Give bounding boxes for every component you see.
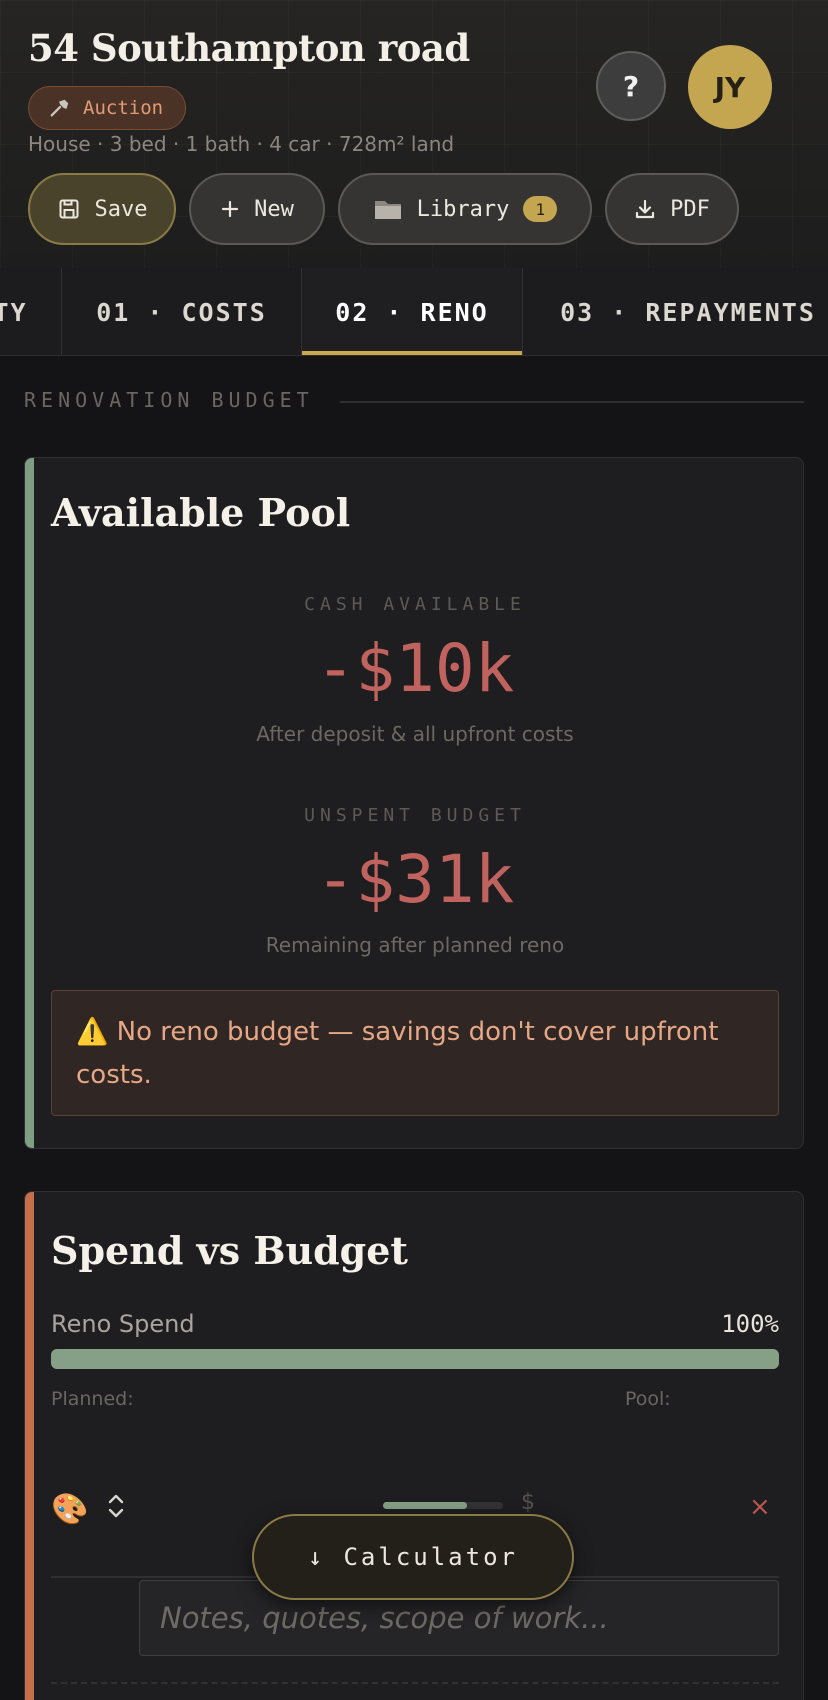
item-progress <box>383 1502 503 1509</box>
new-button[interactable]: New <box>189 173 325 245</box>
reno-spend-progress-fill <box>51 1349 779 1369</box>
card-accent <box>25 1192 34 1700</box>
unspent-budget-value: -$31k <box>315 841 515 918</box>
available-pool-card: Available Pool CASH AVAILABLE -$10k Afte… <box>24 457 804 1149</box>
step-tabs: TY 01 · COSTS 02 · RENO 03 · REPAYMENTS <box>0 268 828 356</box>
page-title: 54 Southampton road <box>28 26 470 70</box>
property-meta: House · 3 bed · 1 bath · 4 car · 728m² l… <box>28 132 455 156</box>
library-button[interactable]: Library 1 <box>338 173 592 245</box>
section-label: RENOVATION BUDGET <box>24 388 314 412</box>
hammer-icon <box>49 97 71 119</box>
floppy-icon <box>57 197 81 221</box>
save-button[interactable]: Save <box>28 173 176 245</box>
remove-item-button[interactable]: × <box>749 1492 771 1522</box>
cash-available-sub: After deposit & all upfront costs <box>256 722 574 746</box>
new-label: New <box>254 196 294 222</box>
auction-badge: Auction <box>28 86 187 130</box>
item-progress-fill <box>383 1502 467 1509</box>
dashed-divider <box>51 1682 779 1684</box>
warning-message: ⚠️ No reno budget — savings don't cover … <box>51 990 779 1116</box>
calculator-label: Calculator <box>343 1543 518 1571</box>
help-button[interactable]: ? <box>596 51 666 121</box>
card-title: Available Pool <box>51 490 351 535</box>
pdf-button[interactable]: PDF <box>605 173 739 245</box>
currency-prefix: $ <box>521 1490 535 1515</box>
tab-costs[interactable]: 01 · COSTS <box>62 268 302 355</box>
library-count-badge: 1 <box>523 196 558 222</box>
tab-reno[interactable]: 02 · RENO <box>302 268 523 355</box>
tab-repayments[interactable]: 03 · REPAYMENTS <box>523 268 828 355</box>
save-label: Save <box>94 196 148 222</box>
palette-icon: 🎨 <box>51 1492 89 1527</box>
section-divider <box>340 401 804 403</box>
cash-available-value: -$10k <box>315 630 515 707</box>
unspent-budget-sub: Remaining after planned reno <box>265 933 565 957</box>
planned-label: Planned: <box>51 1388 134 1410</box>
plus-icon <box>220 199 240 219</box>
card-accent <box>25 458 34 1148</box>
download-icon <box>634 198 656 220</box>
reorder-icon[interactable] <box>105 1492 127 1520</box>
app-header: 54 Southampton road Auction House · 3 be… <box>0 0 828 268</box>
card-title: Spend vs Budget <box>51 1228 408 1273</box>
pool-label: Pool: <box>625 1388 671 1410</box>
cash-available-label: CASH AVAILABLE <box>304 594 526 615</box>
tab-property[interactable]: TY <box>0 268 62 355</box>
library-label: Library <box>416 196 510 222</box>
folder-icon <box>373 196 403 222</box>
reno-spend-percent: 100% <box>721 1310 779 1338</box>
pdf-label: PDF <box>670 196 710 222</box>
reno-spend-label: Reno Spend <box>51 1310 195 1338</box>
toolbar: Save New Library 1 PDF <box>28 173 739 245</box>
arrow-down-icon: ↓ <box>308 1543 326 1571</box>
unspent-budget-label: UNSPENT BUDGET <box>304 805 526 826</box>
user-avatar[interactable]: JY <box>688 45 772 129</box>
calculator-button[interactable]: ↓ Calculator <box>252 1514 574 1600</box>
spend-vs-budget-card: Spend vs Budget Reno Spend 100% Planned:… <box>24 1191 804 1700</box>
badge-label: Auction <box>83 97 164 119</box>
reno-spend-progress <box>51 1349 779 1369</box>
